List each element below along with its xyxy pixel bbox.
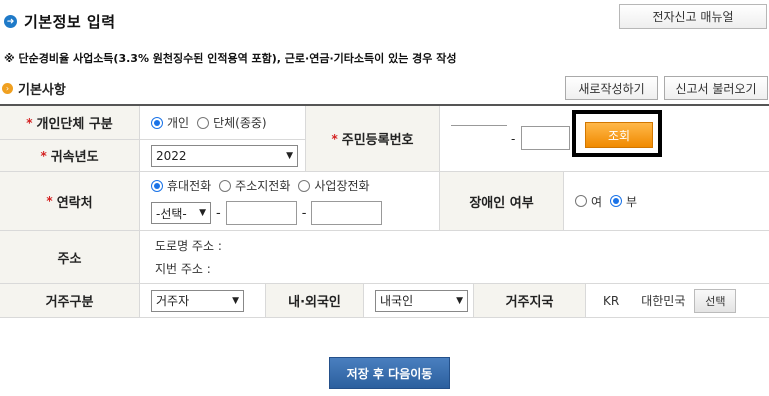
- page-header: ➜ 기본정보 입력: [4, 11, 116, 32]
- country-label: 거주지국: [505, 295, 554, 310]
- radio-home-phone-label: 주소지전화: [235, 179, 291, 193]
- required-mark-icon: *: [40, 148, 47, 163]
- radio-individual[interactable]: 개인: [151, 114, 189, 131]
- person-type-options: 개인 단체(종중): [140, 106, 306, 140]
- disability-label-cell: 장애인 여부: [440, 172, 564, 231]
- resident-no-label: 주민등록번호: [341, 133, 414, 148]
- page-title: 기본정보 입력: [24, 13, 116, 31]
- lot-address-label: 지번 주소 :: [155, 262, 211, 276]
- required-mark-icon: *: [46, 194, 53, 208]
- phone-middle-input[interactable]: [225, 201, 297, 225]
- notice-text: ※ 단순경비율 사업소득(3.3% 원천징수된 인적용역 포함), 근로·연금·…: [4, 52, 457, 65]
- country-label-cell: 거주지국: [474, 284, 586, 318]
- year-select[interactable]: 2022 ▼: [151, 144, 298, 167]
- radio-group-label: 단체(종중): [213, 116, 267, 130]
- year-select-value: 2022: [156, 148, 187, 163]
- year-label: 귀속년도: [50, 150, 99, 165]
- manual-button[interactable]: 전자신고 매뉴얼: [619, 4, 767, 29]
- residence-label-cell: 거주구분: [0, 284, 140, 318]
- radio-selected-icon: [151, 179, 163, 192]
- chevron-down-icon: ▼: [199, 208, 206, 218]
- arrow-circle-icon: ›: [2, 83, 13, 94]
- country-value-cell: KR 대한민국 선택: [586, 284, 769, 318]
- residence-label: 거주구분: [45, 295, 94, 310]
- resident-no-separator: -: [511, 132, 516, 146]
- disability-label: 장애인 여부: [469, 195, 534, 211]
- country-name: 대한민국: [641, 294, 686, 308]
- radio-group[interactable]: 단체(종중): [197, 114, 267, 131]
- phone-separator: -: [216, 205, 221, 221]
- disability-value-cell: 여 부: [564, 172, 769, 231]
- resident-no-label-cell: * 주민등록번호: [306, 106, 440, 172]
- radio-work-phone[interactable]: 사업장전화: [298, 177, 370, 194]
- new-form-button[interactable]: 새로작성하기: [565, 76, 658, 100]
- contact-label: 연락처: [56, 195, 93, 211]
- radio-selected-icon: [610, 195, 623, 207]
- radio-empty-icon: [298, 179, 311, 192]
- section-header: › 기본사항: [2, 79, 66, 98]
- country-choose-button[interactable]: 선택: [694, 288, 737, 313]
- radio-empty-icon: [219, 179, 232, 192]
- person-type-label: 개인단체 구분: [36, 117, 113, 132]
- nationality-label: 내·외국인: [288, 295, 341, 310]
- chevron-down-icon: ▼: [232, 295, 239, 306]
- radio-mobile-label: 휴대전화: [167, 179, 212, 193]
- nationality-select-value: 내국인: [380, 294, 414, 308]
- radio-individual-label: 개인: [167, 116, 190, 130]
- radio-yes-label: 여: [591, 194, 603, 209]
- phone-separator: -: [301, 205, 307, 221]
- chevron-down-icon: ▼: [286, 150, 293, 161]
- person-type-label-cell: * 개인단체 구분: [0, 106, 140, 140]
- radio-no-label: 부: [626, 194, 638, 209]
- radio-work-phone-label: 사업장전화: [314, 179, 370, 193]
- year-value-cell: 2022 ▼: [140, 140, 306, 172]
- radio-disabled-yes[interactable]: 여: [575, 193, 602, 210]
- residence-select-value: 거주자: [156, 294, 190, 308]
- country-code: KR: [603, 293, 620, 308]
- radio-home-phone[interactable]: 주소지전화: [219, 177, 290, 194]
- address-label-cell: 주소: [0, 231, 140, 284]
- address-label: 주소: [57, 251, 82, 267]
- nationality-label-cell: 내·외국인: [266, 284, 364, 318]
- resident-no-front-input[interactable]: [451, 125, 507, 126]
- road-address-label: 도로명 주소 :: [155, 239, 222, 253]
- nationality-value-cell: 내국인 ▼: [364, 284, 474, 318]
- resident-no-back-input[interactable]: [521, 126, 570, 150]
- address-value-cell: 도로명 주소 : 지번 주소 :: [140, 231, 769, 284]
- highlight-box: [572, 110, 662, 157]
- radio-empty-icon: [197, 116, 210, 129]
- phone-prefix-value: -선택-: [156, 206, 187, 221]
- residence-select[interactable]: 거주자 ▼: [151, 289, 244, 312]
- load-return-button[interactable]: 신고서 불러오기: [664, 76, 768, 100]
- required-mark-icon: *: [331, 131, 338, 146]
- radio-disabled-no[interactable]: 부: [610, 193, 637, 210]
- contact-label-cell: * 연락처: [0, 172, 140, 231]
- nationality-select[interactable]: 내국인 ▼: [375, 289, 468, 312]
- year-label-cell: * 귀속년도: [0, 140, 140, 172]
- radio-selected-icon: [151, 116, 163, 129]
- phone-prefix-select[interactable]: -선택- ▼: [151, 202, 211, 224]
- arrow-right-circle-icon: ➜: [4, 15, 17, 28]
- phone-last-input[interactable]: [311, 201, 383, 225]
- required-mark-icon: *: [26, 115, 33, 130]
- radio-empty-icon: [575, 195, 587, 207]
- radio-mobile[interactable]: 휴대전화: [151, 177, 211, 194]
- chevron-down-icon: ▼: [456, 295, 463, 306]
- section-title: 기본사항: [18, 83, 66, 98]
- save-next-button[interactable]: 저장 후 다음이동: [329, 357, 450, 389]
- contact-value-cell: 휴대전화 주소지전화 사업장전화 -선택- ▼ - -: [140, 172, 440, 231]
- residence-value-cell: 거주자 ▼: [140, 284, 266, 318]
